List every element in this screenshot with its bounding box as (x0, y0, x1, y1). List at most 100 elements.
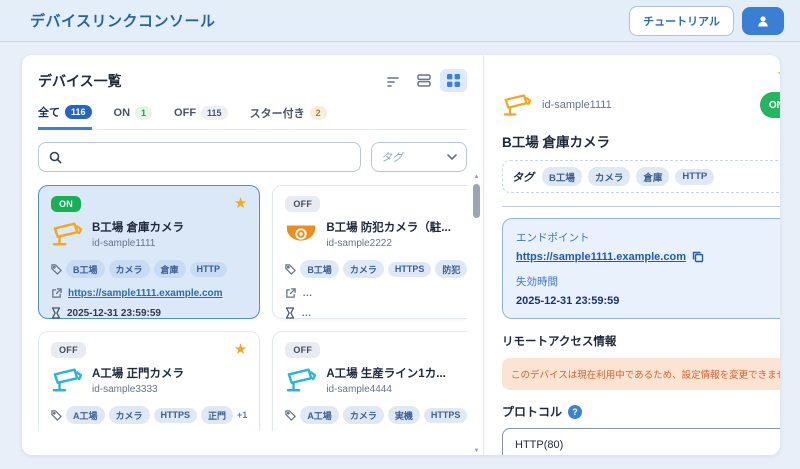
endpoint-url-link[interactable]: https://sample1111.example.com (516, 251, 686, 263)
app-header: デバイスリンクコンソール チュートリアル (0, 0, 800, 42)
cctv-camera-icon (51, 220, 83, 248)
tag-pill[interactable]: カメラ (109, 260, 150, 278)
tag-icon (285, 410, 296, 421)
chevron-down-icon (447, 154, 457, 160)
user-account-button[interactable] (742, 7, 784, 35)
help-icon[interactable]: ? (568, 405, 582, 419)
detail-device-id: id-sample1111 (542, 99, 612, 111)
device-card-sample1111[interactable]: ON ★ B工場 倉庫カメラ id-sample1111 (38, 185, 260, 319)
grid-view-icon (447, 74, 460, 87)
tab-on-count: 1 (135, 106, 152, 120)
tutorial-button[interactable]: チュートリアル (629, 6, 734, 36)
device-list-scrollbar[interactable]: ▲ ▼ (472, 173, 481, 455)
user-icon (756, 14, 770, 28)
sort-icon (387, 75, 401, 87)
device-id: id-sample3333 (92, 384, 184, 395)
cctv-camera-icon (285, 366, 317, 394)
scrollbar-up-arrow[interactable]: ▲ (474, 173, 480, 181)
device-card-sample3333[interactable]: OFF ★ A工場 正門カメラ id-sample3333 (38, 331, 260, 431)
grid-view-button[interactable] (440, 69, 467, 92)
scrollbar-thumb[interactable] (473, 184, 480, 218)
remote-access-heading: リモートアクセス情報 (502, 333, 780, 349)
tab-off-label: OFF (174, 107, 196, 119)
device-list-section: デバイス一覧 (22, 55, 484, 455)
power-toggle-label: ON (769, 100, 780, 111)
tag-filter-select[interactable]: タグ (371, 142, 467, 172)
device-id: id-sample1111 (92, 238, 184, 249)
cctv-camera-icon (51, 366, 83, 394)
hourglass-icon (51, 307, 61, 319)
tag-pill[interactable]: HTTP (190, 262, 228, 277)
device-detail-panel: ★ × id-sample1111 ON B工場 倉庫カメラ タグ B工場 カメ… (484, 55, 780, 455)
list-view-button[interactable] (410, 69, 437, 92)
tag-pill[interactable]: B工場 (300, 260, 339, 278)
cctv-camera-icon (502, 92, 532, 118)
tags-label: タグ (512, 169, 534, 185)
tag-pill[interactable]: A工場 (300, 406, 339, 424)
star-toggle[interactable]: ★ (234, 342, 247, 357)
scrollbar-down-arrow[interactable]: ▼ (474, 447, 480, 455)
protocol-select[interactable]: HTTP(80) (502, 428, 780, 455)
tag-pill[interactable]: A工場 (66, 406, 105, 424)
tag-pill[interactable]: B工場 (66, 260, 105, 278)
tab-off[interactable]: OFF 115 (174, 104, 228, 129)
tag-pill[interactable]: カメラ (343, 260, 384, 278)
tag-pill[interactable]: 倉庫 (154, 260, 186, 278)
external-link-icon (51, 288, 62, 299)
status-badge: OFF (51, 342, 86, 358)
device-url-link[interactable]: https://sample1111.example.com (68, 288, 223, 299)
tag-pill[interactable]: HTTP (675, 169, 714, 185)
device-name: A工場 正門カメラ (92, 365, 184, 381)
tag-pill[interactable]: B工場 (542, 167, 582, 186)
tab-off-count: 115 (201, 106, 228, 120)
status-badge: ON (51, 196, 81, 212)
tag-pill[interactable]: カメラ (109, 406, 150, 424)
hourglass-icon (285, 307, 295, 319)
device-name: B工場 倉庫カメラ (92, 219, 184, 235)
device-name: A工場 生産ライン1カ... (326, 365, 445, 381)
tab-starred-label: スター付き (250, 105, 305, 121)
endpoint-box: エンドポイント https://sample1111.example.com 失… (502, 218, 780, 319)
list-view-icon (417, 74, 431, 87)
search-box[interactable] (38, 142, 361, 172)
detail-tags-box: タグ B工場 カメラ 倉庫 HTTP (502, 160, 780, 193)
tag-pill[interactable]: カメラ (343, 406, 384, 424)
tag-pill[interactable]: 正門 (201, 406, 233, 424)
sort-toggle-button[interactable] (380, 69, 407, 92)
tag-pill[interactable]: 実機 (388, 406, 420, 424)
tab-starred-count: 2 (310, 106, 327, 120)
tag-pill[interactable]: カメラ (588, 167, 631, 186)
tag-pill[interactable]: 防犯 (435, 260, 467, 278)
endpoint-label: エンドポイント (516, 230, 780, 245)
detail-device-name: B工場 倉庫カメラ (502, 131, 780, 151)
star-toggle[interactable]: ★ (234, 196, 247, 211)
main-panel: デバイス一覧 (22, 55, 780, 455)
app-title: デバイスリンクコンソール (30, 10, 216, 31)
tab-on[interactable]: ON 1 (114, 104, 153, 129)
tab-all-count: 116 (65, 105, 92, 119)
more-tags-indicator[interactable]: +1 (237, 410, 247, 420)
device-id: id-sample2222 (326, 238, 451, 249)
tab-starred[interactable]: スター付き 2 (250, 104, 327, 129)
tag-icon (285, 264, 296, 275)
search-input[interactable] (68, 151, 350, 163)
power-toggle[interactable]: ON (760, 92, 780, 118)
expiry-label: 失効時間 (516, 274, 780, 289)
tag-pill[interactable]: 倉庫 (636, 167, 669, 186)
header-actions: チュートリアル (629, 6, 784, 36)
device-card-sample2222[interactable]: OFF ☆ B工場 防犯カメラ（駐... id-sample2222 (272, 185, 467, 319)
status-filter-tabs: 全て 116 ON 1 OFF 115 スター付き 2 (38, 104, 467, 130)
device-card-sample4444[interactable]: OFF ☆ A工場 生産ライン1カ... id-sample4444 (272, 331, 467, 431)
tag-icon (51, 410, 62, 421)
tag-pill[interactable]: HTTPS (424, 408, 467, 423)
tag-pill[interactable]: HTTPS (154, 408, 198, 423)
tag-pill[interactable]: HTTPS (388, 262, 432, 277)
tab-all-label: 全て (38, 104, 60, 120)
copy-icon[interactable] (692, 251, 704, 263)
device-expiry-hidden: … (301, 308, 312, 319)
protocol-label: プロトコル (502, 403, 562, 420)
status-badge: OFF (285, 196, 320, 212)
tab-all[interactable]: 全て 116 (38, 104, 92, 130)
search-icon (49, 151, 62, 164)
detail-star-toggle[interactable]: ★ (776, 67, 780, 82)
